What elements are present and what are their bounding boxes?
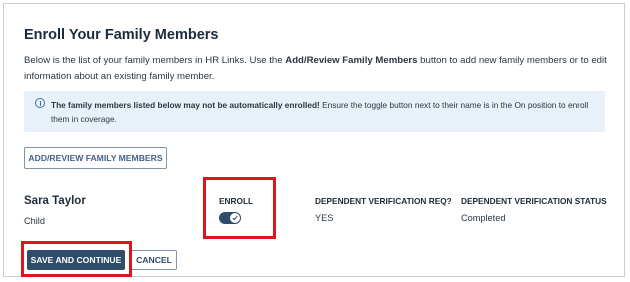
intro-text-part1: Below is the list of your family members…	[24, 55, 286, 66]
member-relationship: Child	[24, 216, 45, 226]
cancel-button[interactable]: CANCEL	[131, 250, 177, 270]
page-title: Enroll Your Family Members	[24, 27, 219, 43]
member-name: Sara Taylor	[24, 195, 86, 207]
enroll-family-panel	[3, 3, 625, 277]
notice-text: The family members listed below may not …	[51, 98, 599, 126]
save-highlight-box	[21, 241, 132, 277]
verification-status-value: Completed	[461, 213, 506, 223]
add-review-family-members-button[interactable]: ADD/REVIEW FAMILY MEMBERS	[24, 147, 167, 169]
verification-status-column-header: DEPENDENT VERIFICATION STATUS	[461, 196, 607, 206]
info-icon	[35, 98, 45, 108]
intro-text: Below is the list of your family members…	[24, 53, 614, 85]
notice-banner: The family members listed below may not …	[24, 91, 605, 132]
verification-req-value: YES	[315, 213, 334, 223]
intro-text-bold: Add/Review Family Members	[285, 55, 418, 66]
enroll-highlight-box	[203, 177, 276, 239]
notice-text-bold: The family members listed below may not …	[51, 100, 320, 110]
verification-req-column-header: DEPENDENT VERIFICATION REQ?	[315, 196, 452, 206]
